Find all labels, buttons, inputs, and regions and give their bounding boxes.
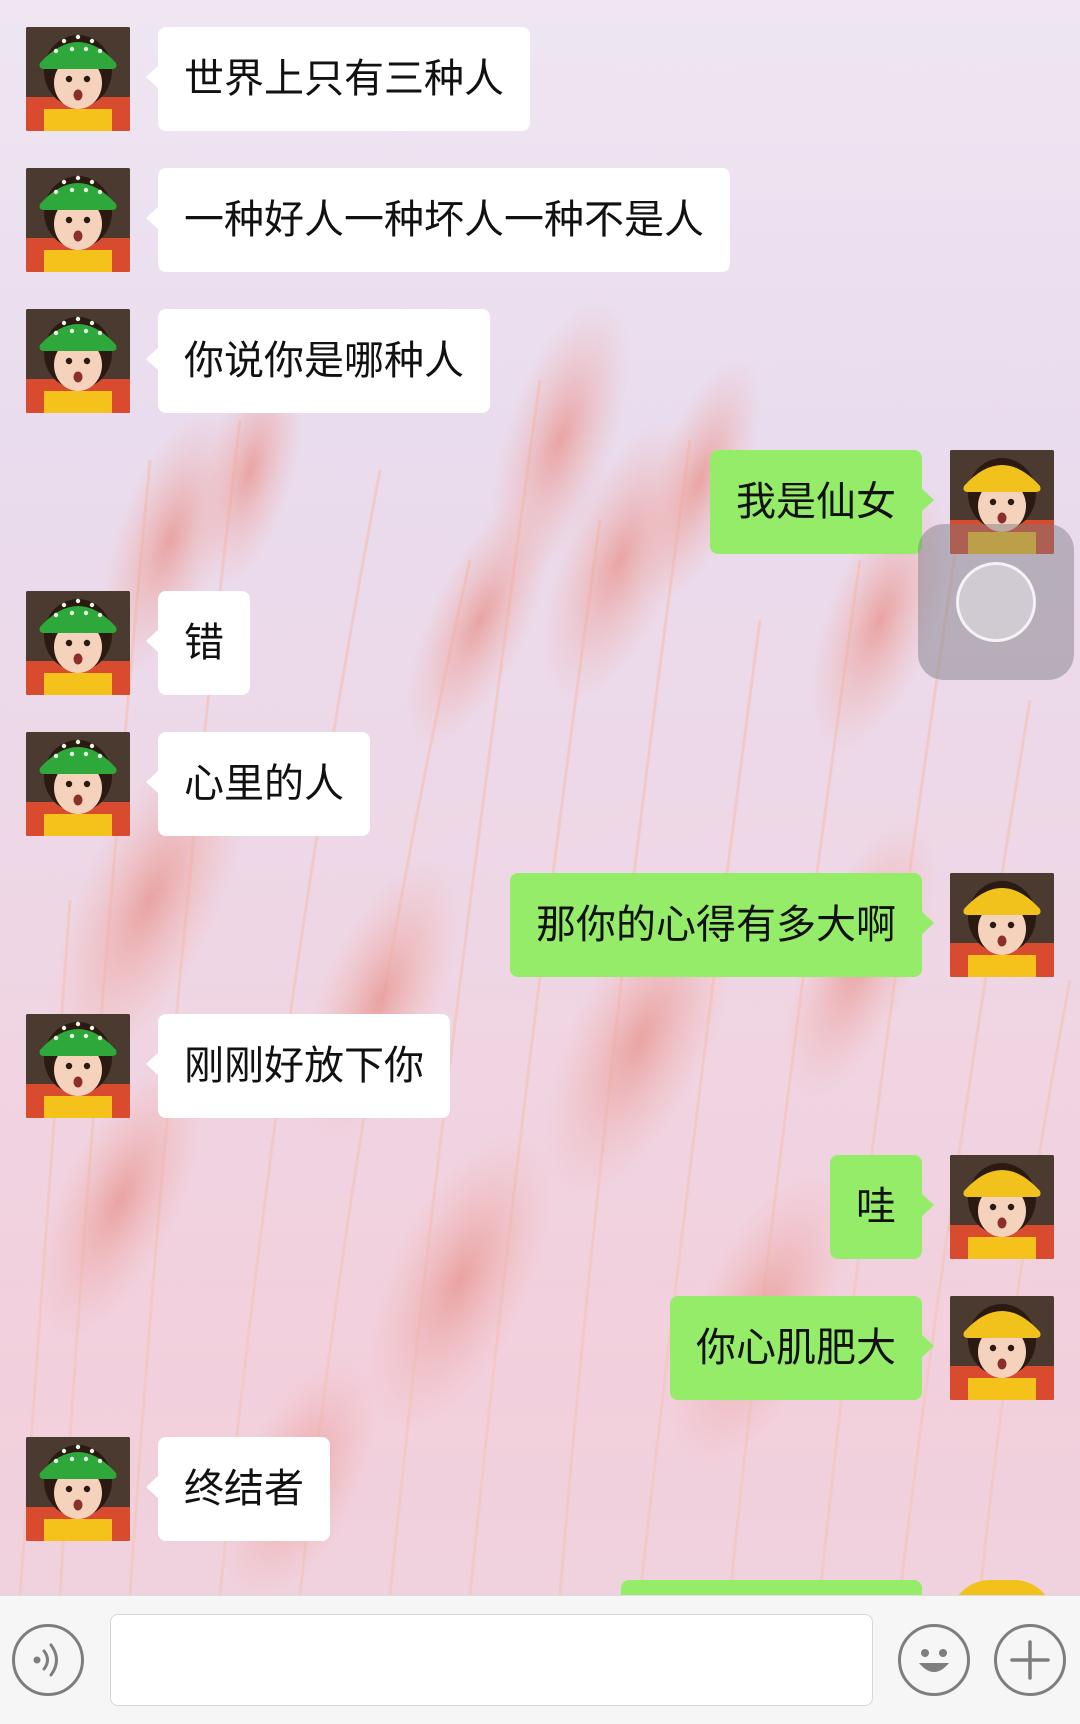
avatar-illustration-icon — [26, 1437, 130, 1541]
plus-button[interactable] — [994, 1624, 1066, 1696]
partial-avatar[interactable] — [950, 1580, 1054, 1595]
plus-icon — [1010, 1640, 1050, 1680]
my-avatar[interactable] — [950, 1296, 1054, 1400]
received-message-bubble[interactable]: 一种好人一种坏人一种不是人 — [146, 168, 730, 272]
avatar-illustration-icon — [26, 168, 130, 272]
sent-message-bubble[interactable]: 哇 — [830, 1155, 934, 1259]
received-message-bubble[interactable]: 终结者 — [146, 1437, 330, 1541]
message-row: 你说你是哪种人 — [0, 309, 1080, 413]
emoji-button[interactable] — [898, 1624, 970, 1696]
contact-avatar[interactable] — [26, 1014, 130, 1118]
contact-avatar[interactable] — [26, 27, 130, 131]
message-row: 一种好人一种坏人一种不是人 — [0, 168, 1080, 272]
message-row: 我是仙女 — [0, 450, 1080, 554]
message-row: 心里的人 — [0, 732, 1080, 836]
message-row: 世界上只有三种人 — [0, 27, 1080, 131]
contact-avatar[interactable] — [26, 591, 130, 695]
emoji-icon — [919, 1649, 949, 1672]
voice-icon — [33, 1643, 58, 1677]
message-input[interactable] — [110, 1614, 873, 1706]
my-avatar[interactable] — [950, 1155, 1054, 1259]
contact-avatar[interactable] — [26, 732, 130, 836]
received-message-bubble[interactable]: 刚刚好放下你 — [146, 1014, 450, 1118]
received-message-bubble[interactable]: 错 — [146, 591, 250, 695]
avatar-illustration-icon — [26, 27, 130, 131]
contact-avatar[interactable] — [26, 309, 130, 413]
avatar-illustration-icon — [950, 1155, 1054, 1259]
partial-message-row — [0, 1580, 1080, 1595]
received-message-bubble[interactable]: 心里的人 — [146, 732, 370, 836]
message-row: 那你的心得有多大啊 — [0, 873, 1080, 977]
partial-message-bubble[interactable] — [621, 1580, 922, 1595]
avatar-illustration-icon — [26, 591, 130, 695]
sent-message-bubble[interactable]: 那你的心得有多大啊 — [510, 873, 934, 977]
sent-message-bubble[interactable]: 你心肌肥大 — [670, 1296, 934, 1400]
voice-button[interactable] — [12, 1624, 84, 1696]
my-avatar[interactable] — [950, 873, 1054, 977]
floating-assistive-button[interactable] — [918, 524, 1074, 680]
avatar-illustration-icon — [26, 732, 130, 836]
floating-button-ring-icon — [956, 562, 1036, 642]
contact-avatar[interactable] — [26, 168, 130, 272]
avatar-illustration-icon — [26, 309, 130, 413]
avatar-illustration-icon — [950, 873, 1054, 977]
avatar-illustration-icon — [26, 1014, 130, 1118]
contact-avatar[interactable] — [26, 1437, 130, 1541]
avatar-illustration-icon — [950, 1296, 1054, 1400]
message-row: 哇 — [0, 1155, 1080, 1259]
message-row: 你心肌肥大 — [0, 1296, 1080, 1400]
received-message-bubble[interactable]: 你说你是哪种人 — [146, 309, 490, 413]
received-message-bubble[interactable]: 世界上只有三种人 — [146, 27, 530, 131]
message-row: 终结者 — [0, 1437, 1080, 1541]
input-bar — [0, 1595, 1080, 1724]
message-row: 刚刚好放下你 — [0, 1014, 1080, 1118]
sent-message-bubble[interactable]: 我是仙女 — [710, 450, 934, 554]
